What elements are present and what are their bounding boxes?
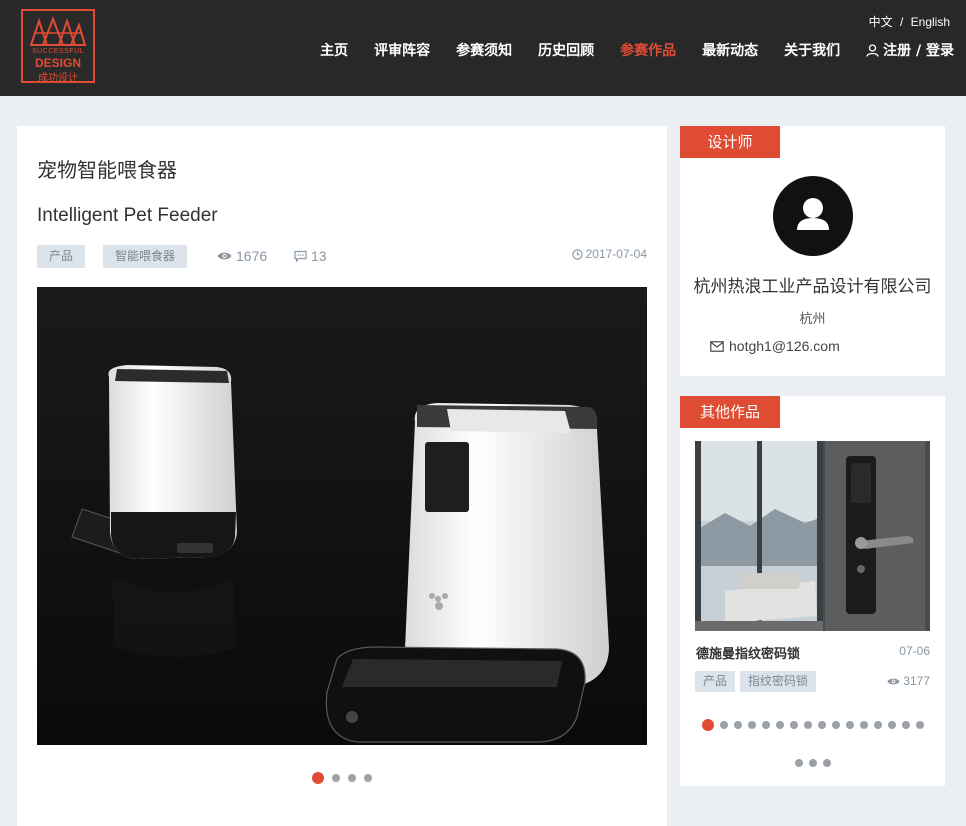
entry-tag[interactable]: 智能喂食器 bbox=[103, 245, 188, 268]
logo-text-successful: SUCCESSFUL bbox=[31, 48, 85, 55]
carousel-dot[interactable] bbox=[701, 719, 714, 731]
other-works-heading: 其他作品 bbox=[680, 396, 780, 428]
nav-home[interactable]: 主页 bbox=[320, 40, 348, 60]
carousel-dot[interactable] bbox=[789, 721, 798, 729]
top-header: SUCCESSFUL DESIGN 成功设计 中文 / English 主页 评… bbox=[0, 0, 966, 96]
pet-feeder-photo bbox=[37, 287, 647, 745]
nav-history[interactable]: 历史回顾 bbox=[538, 40, 594, 60]
lang-cn-link[interactable]: 中文 bbox=[869, 15, 893, 29]
entry-title-cn: 宠物智能喂食器 bbox=[37, 158, 177, 182]
carousel-dot[interactable] bbox=[808, 759, 817, 767]
entry-tag[interactable]: 产品 bbox=[37, 245, 86, 268]
lang-en-link[interactable]: English bbox=[911, 15, 950, 29]
other-works-dots-row1 bbox=[680, 719, 945, 731]
nav-rules[interactable]: 参赛须知 bbox=[456, 40, 512, 60]
eye-icon bbox=[217, 252, 232, 260]
carousel-dot[interactable] bbox=[364, 774, 372, 782]
door-lock-photo bbox=[695, 441, 930, 631]
other-works-dots-row2 bbox=[680, 759, 945, 767]
carousel-dot[interactable] bbox=[887, 721, 896, 729]
entry-date-text: 2017-07-04 bbox=[585, 247, 647, 261]
logo-mark-icon bbox=[29, 16, 87, 46]
carousel-dot[interactable] bbox=[348, 774, 356, 782]
designer-city: 杭州 bbox=[799, 312, 826, 327]
avatar-person-icon bbox=[797, 198, 829, 230]
main-nav: 主页 评审阵容 参赛须知 历史回顾 参赛作品 最新动态 关于我们 注册 / 登录 bbox=[294, 40, 954, 60]
other-work-tag[interactable]: 产品 bbox=[695, 671, 736, 692]
nav-news[interactable]: 最新动态 bbox=[702, 40, 758, 60]
carousel-dot[interactable] bbox=[733, 721, 742, 729]
entry-title-en: Intelligent Pet Feeder bbox=[37, 205, 218, 226]
other-work-views-count: 3177 bbox=[903, 674, 930, 688]
user-icon bbox=[866, 43, 879, 57]
designer-card: 设计师 杭州热浪工业产品设计有限公司 杭州 hotgh1@126.com bbox=[680, 126, 945, 376]
eye-icon bbox=[887, 678, 900, 684]
carousel-dot[interactable] bbox=[873, 721, 882, 729]
logo-text-cn: 成功设计 bbox=[38, 73, 78, 84]
other-work-image[interactable] bbox=[695, 441, 930, 631]
entry-panel: 宠物智能喂食器 Intelligent Pet Feeder 产品 智能喂食器 … bbox=[17, 126, 667, 826]
carousel-dot[interactable] bbox=[332, 774, 340, 782]
other-work-tag[interactable]: 指纹密码锁 bbox=[740, 671, 817, 692]
entry-views: 1676 bbox=[217, 248, 267, 264]
entry-comments-count: 13 bbox=[311, 248, 327, 264]
carousel-dot[interactable] bbox=[859, 721, 868, 729]
entry-date: 2017-07-04 bbox=[571, 247, 647, 261]
designer-email-text: hotgh1@126.com bbox=[729, 338, 840, 354]
entry-views-count: 1676 bbox=[236, 248, 268, 264]
carousel-dot[interactable] bbox=[831, 721, 840, 729]
clock-icon bbox=[571, 248, 583, 260]
logo-text-design: DESIGN bbox=[34, 56, 81, 70]
envelope-icon bbox=[710, 340, 724, 352]
carousel-dot[interactable] bbox=[845, 721, 854, 729]
login-label: 注册 / 登录 bbox=[883, 43, 954, 59]
carousel-dot[interactable] bbox=[803, 721, 812, 729]
other-works-card: 其他作品 德施曼指纹密码锁 07-06 产品 指纹密码锁 3177 bbox=[680, 396, 945, 786]
carousel-dot[interactable] bbox=[761, 721, 770, 729]
lang-separator: / bbox=[899, 15, 904, 29]
comment-icon bbox=[294, 250, 307, 262]
carousel-dot[interactable] bbox=[822, 759, 831, 767]
carousel-dot[interactable] bbox=[915, 721, 924, 729]
carousel-dot[interactable] bbox=[719, 721, 728, 729]
entry-photo[interactable] bbox=[37, 287, 647, 745]
entry-comments: 13 bbox=[294, 248, 327, 264]
carousel-dot[interactable] bbox=[747, 721, 756, 729]
carousel-dot[interactable] bbox=[817, 721, 826, 729]
other-work-title[interactable]: 德施曼指纹密码锁 bbox=[696, 643, 800, 662]
designer-email[interactable]: hotgh1@126.com bbox=[710, 338, 840, 354]
carousel-dot[interactable] bbox=[901, 721, 910, 729]
designer-heading: 设计师 bbox=[680, 126, 780, 158]
login-register-link[interactable]: 注册 / 登录 bbox=[866, 40, 954, 60]
designer-company[interactable]: 杭州热浪工业产品设计有限公司 bbox=[680, 272, 945, 297]
carousel-dot[interactable] bbox=[312, 772, 324, 784]
nav-entries[interactable]: 参赛作品 bbox=[620, 40, 676, 60]
designer-avatar[interactable] bbox=[773, 176, 853, 256]
other-work-date: 07-06 bbox=[899, 644, 930, 658]
carousel-dot[interactable] bbox=[794, 759, 803, 767]
site-logo[interactable]: SUCCESSFUL DESIGN 成功设计 bbox=[21, 9, 95, 84]
carousel-dot[interactable] bbox=[775, 721, 784, 729]
language-switch: 中文 / English bbox=[865, 13, 950, 30]
nav-judges[interactable]: 评审阵容 bbox=[374, 40, 430, 60]
nav-about[interactable]: 关于我们 bbox=[784, 40, 840, 60]
other-work-views: 3177 bbox=[887, 674, 930, 688]
entry-carousel-dots bbox=[17, 772, 667, 784]
